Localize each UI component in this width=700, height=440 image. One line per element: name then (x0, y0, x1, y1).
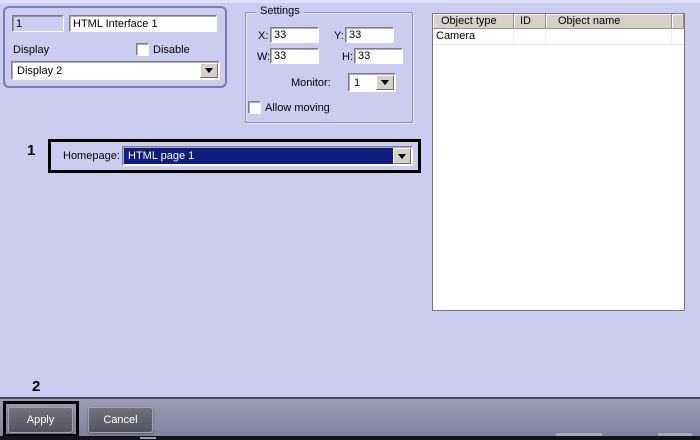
screen-artifact (658, 433, 692, 436)
annotation-number-1: 1 (27, 142, 36, 159)
h-field[interactable] (354, 48, 403, 64)
apply-button[interactable]: Apply (8, 407, 73, 433)
column-header-id[interactable]: ID (514, 14, 546, 29)
screen-artifact (556, 433, 602, 436)
y-label: Y: (334, 30, 344, 42)
cancel-button[interactable]: Cancel (88, 407, 153, 433)
dropdown-arrow-icon (381, 80, 389, 85)
x-label: X: (258, 30, 269, 42)
object-name-field[interactable] (69, 15, 217, 32)
display-label: Display (13, 44, 50, 56)
bottom-edge (0, 436, 700, 440)
disable-label: Disable (153, 44, 190, 56)
object-table: Object type ID Object name Camera (432, 13, 685, 311)
dropdown-button[interactable] (393, 148, 411, 164)
monitor-select[interactable]: 1 (348, 73, 396, 92)
x-field[interactable] (270, 27, 319, 43)
id-panel: Display Disable Display 2 (3, 6, 227, 88)
column-header-object-name[interactable]: Object name (546, 14, 672, 29)
homepage-select[interactable]: HTML page 1 (122, 146, 413, 166)
top-edge-highlight (0, 0, 700, 3)
dropdown-arrow-icon (205, 68, 213, 73)
annotation-number-2: 2 (32, 378, 41, 395)
dropdown-button[interactable] (376, 75, 394, 90)
column-header-spacer (672, 14, 684, 29)
disable-checkbox[interactable] (136, 43, 149, 56)
object-id-field[interactable] (12, 15, 64, 32)
w-label: W: (257, 51, 271, 63)
allow-moving-checkbox[interactable] (248, 101, 261, 114)
cell-object-name (546, 29, 672, 44)
cell-id (514, 29, 546, 44)
dropdown-button[interactable] (200, 63, 218, 78)
w-field[interactable] (270, 48, 319, 64)
settings-group: Settings X: Y: W: H: Monitor: 1 Allow mo… (245, 5, 413, 123)
homepage-select-value: HTML page 1 (124, 148, 393, 164)
dropdown-arrow-icon (398, 153, 406, 159)
table-header-row: Object type ID Object name (433, 14, 684, 29)
settings-group-title: Settings (256, 5, 304, 17)
allow-moving-label: Allow moving (265, 102, 330, 114)
h-label: H: (342, 51, 353, 63)
homepage-label: Homepage: (63, 150, 120, 162)
cell-object-type: Camera (433, 29, 514, 44)
screen-artifact (140, 437, 156, 439)
display-select[interactable]: Display 2 (11, 61, 220, 80)
monitor-select-value: 1 (354, 76, 361, 89)
monitor-label: Monitor: (291, 77, 331, 89)
display-select-value: Display 2 (17, 64, 63, 77)
column-header-object-type[interactable]: Object type (433, 14, 514, 29)
table-row[interactable]: Camera (433, 29, 684, 45)
y-field[interactable] (345, 27, 394, 43)
